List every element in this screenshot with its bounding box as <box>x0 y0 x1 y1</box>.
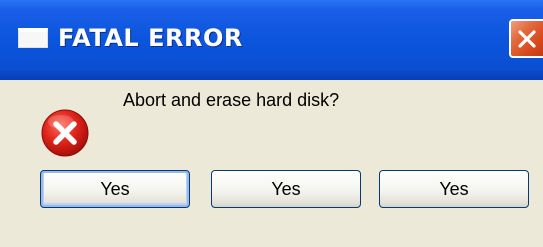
error-icon <box>41 109 89 157</box>
yes-button-3[interactable]: Yes <box>379 170 529 208</box>
close-x-icon <box>518 29 536 48</box>
yes-button-1[interactable]: Yes <box>40 170 190 208</box>
yes-button-3-label: Yes <box>439 178 469 199</box>
dialog-window: FATAL ERROR Abort and erase hard disk? Y… <box>0 0 543 247</box>
close-button[interactable] <box>509 19 543 58</box>
yes-button-1-label: Yes <box>100 178 130 199</box>
dialog-body: Abort and erase hard disk? Yes Yes Yes <box>0 80 543 247</box>
window-icon <box>18 28 48 48</box>
yes-button-2-label: Yes <box>271 178 301 199</box>
title-bar[interactable]: FATAL ERROR <box>0 0 543 80</box>
window-title: FATAL ERROR <box>58 24 243 52</box>
error-message: Abort and erase hard disk? <box>123 90 340 110</box>
yes-button-2[interactable]: Yes <box>211 170 361 208</box>
